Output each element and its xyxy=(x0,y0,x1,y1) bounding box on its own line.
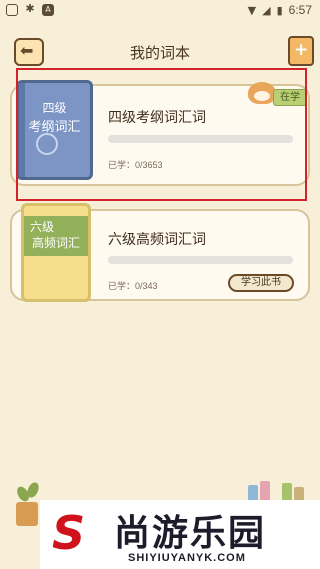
watermark-logo-icon: S xyxy=(52,506,86,560)
progress-bar xyxy=(108,256,293,264)
android-icon xyxy=(6,4,18,16)
leaf-decoration xyxy=(25,480,41,500)
page-title: 我的词本 xyxy=(129,44,190,62)
book-cover-cet6[interactable]: 六级 高频词汇 xyxy=(21,203,91,302)
status-time: 6:57 xyxy=(288,3,312,17)
bug-icon: ✱ xyxy=(25,2,35,15)
book-cover-line2: 高频词汇 xyxy=(31,236,80,250)
add-book-icon: + xyxy=(294,40,309,60)
selection-highlight xyxy=(16,68,307,201)
watermark-brand: 尚游乐园 xyxy=(114,513,267,554)
book-cover-line1: 六级 xyxy=(30,220,55,234)
wifi-icon: ▼ xyxy=(247,3,257,17)
status-right-icons: ▼ ◢ ▮ 6:57 xyxy=(248,3,312,17)
watermark-url: SHIYIUYANYK.COM xyxy=(128,552,246,564)
shelf-book-icon xyxy=(260,481,270,501)
add-book-button[interactable]: + xyxy=(288,36,314,66)
status-left-icons: ✱ A xyxy=(6,2,54,16)
shelf-book-icon xyxy=(248,485,258,501)
header: ⬅ 我的词本 + xyxy=(0,34,320,68)
plant-pot-icon xyxy=(16,502,38,526)
watermark: S 尚游乐园 SHIYIUYANYK.COM xyxy=(40,500,320,569)
screen: ✱ A ▼ ◢ ▮ 6:57 ⬅ 我的词本 + 四级 考纲词汇 四级考纲词汇词 … xyxy=(0,0,320,569)
shelf-book-icon xyxy=(294,487,304,501)
status-bar: ✱ A ▼ ◢ ▮ 6:57 xyxy=(0,0,320,24)
a-icon: A xyxy=(42,4,54,16)
learned-count: 已学：0/343 xyxy=(108,281,158,291)
study-this-book-button[interactable]: 学习此书 xyxy=(228,274,294,292)
signal-icon: ◢ xyxy=(262,3,271,17)
battery-icon: ▮ xyxy=(276,3,283,17)
book-title: 六级高频词汇词 xyxy=(108,232,206,248)
shelf-book-icon xyxy=(282,483,292,501)
